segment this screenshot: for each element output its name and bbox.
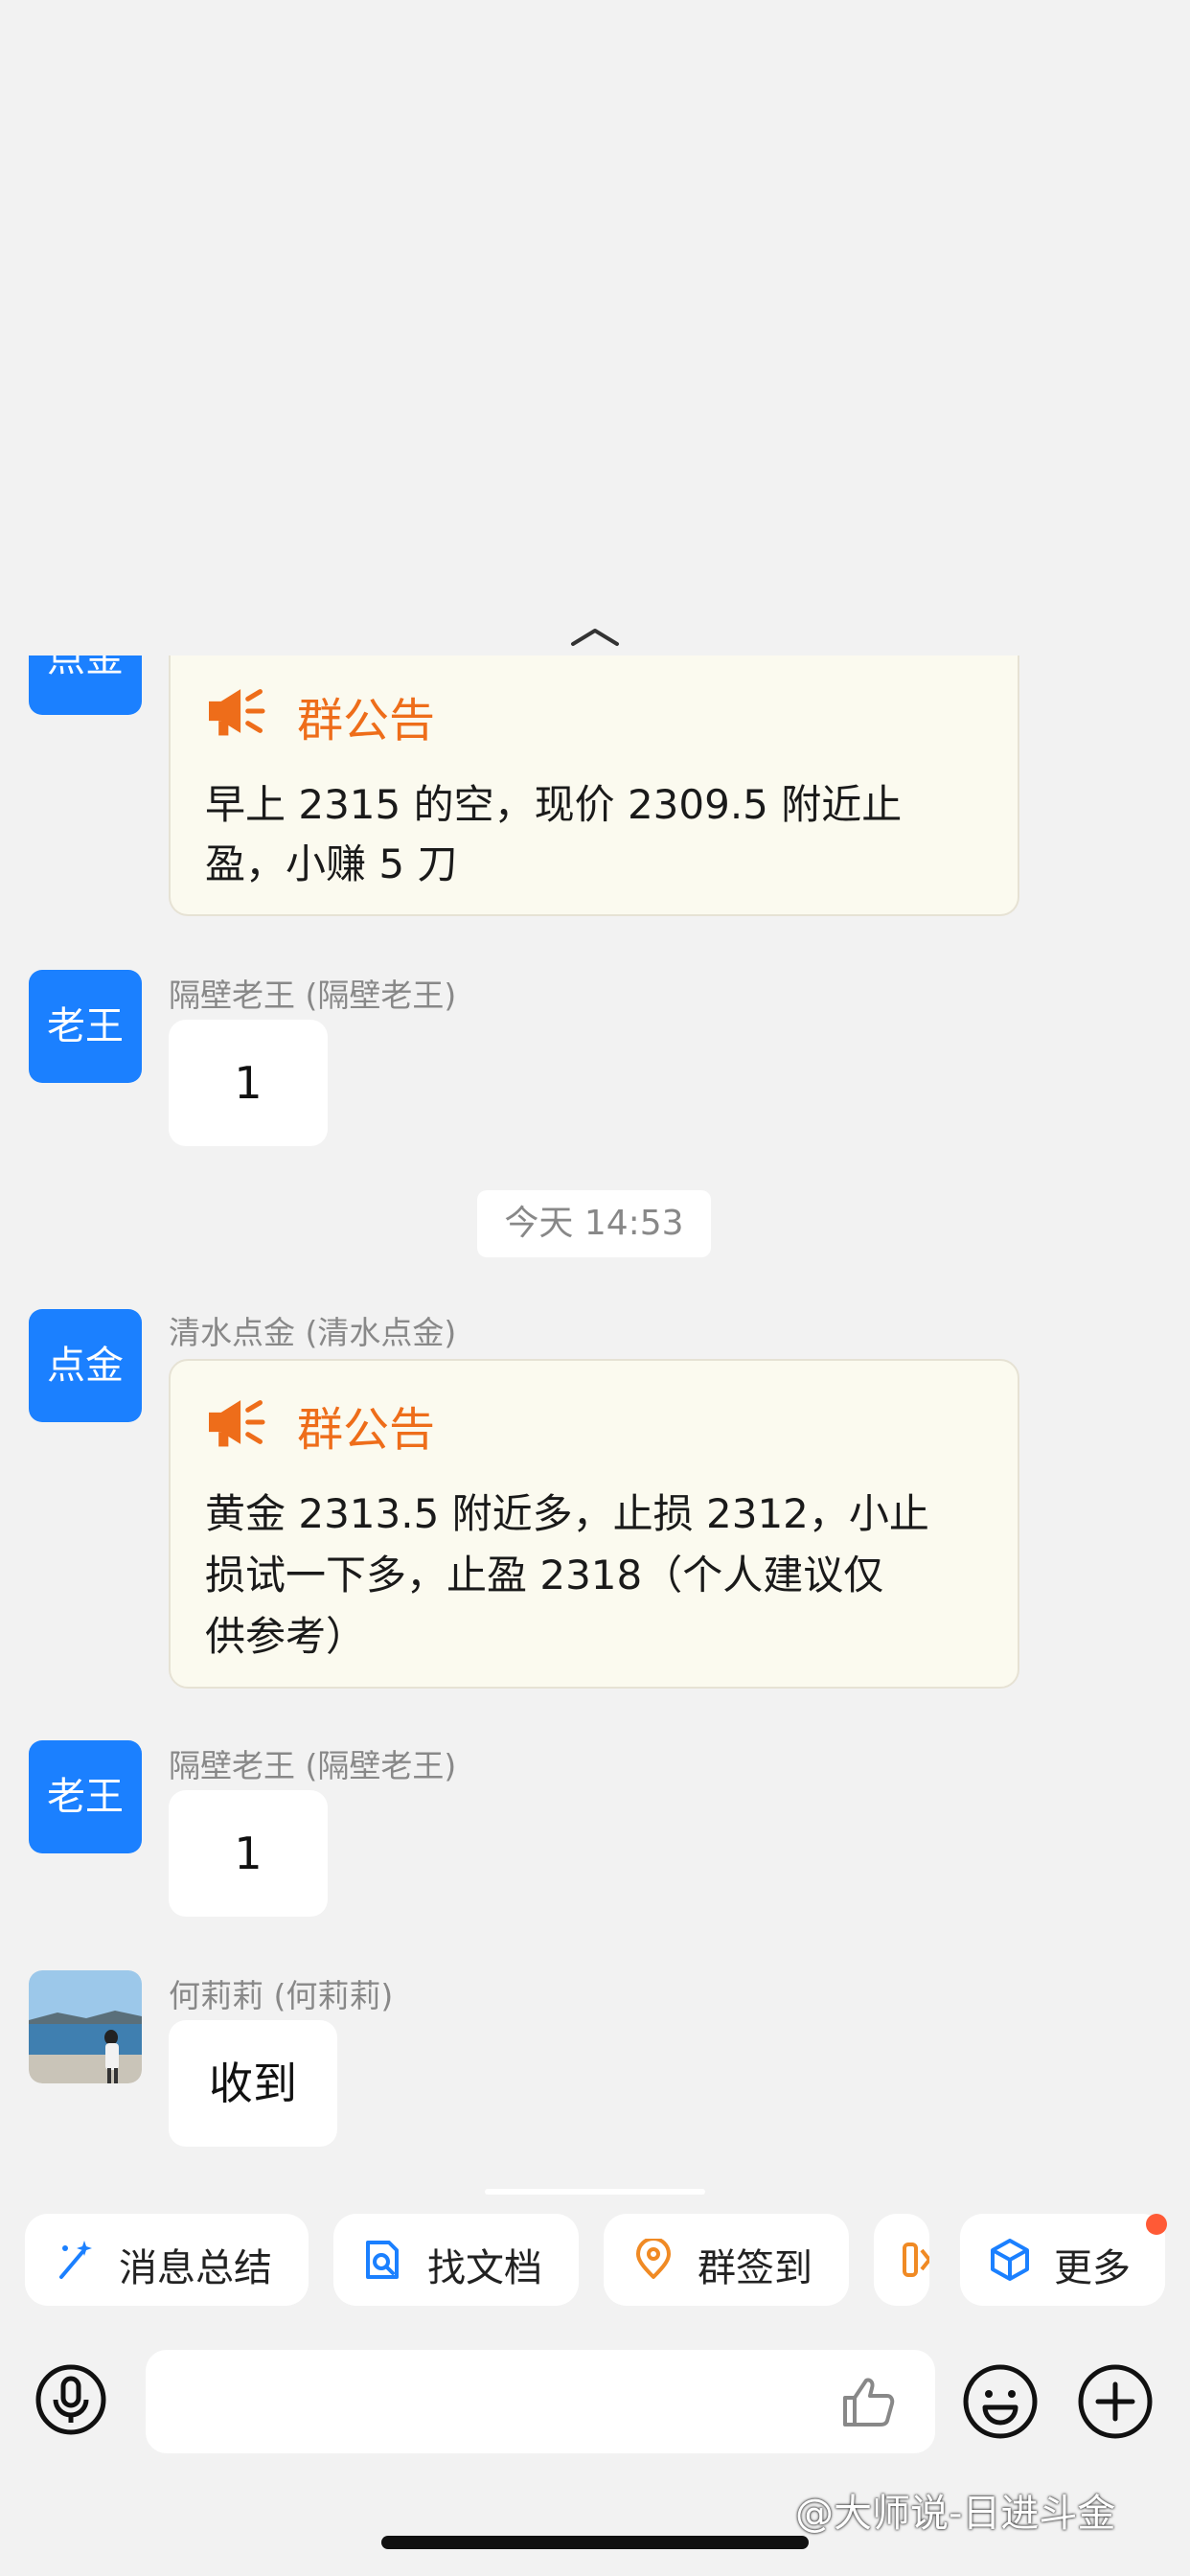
announcement-title: 群公告 (297, 1403, 436, 1457)
message-text: 收到 (209, 2058, 297, 2109)
moon-icon (219, 45, 247, 77)
more-actions-label: 更多 (1054, 2246, 1131, 2290)
message-text: 1 (234, 1828, 263, 1879)
more-options-icon[interactable] (1054, 180, 1123, 199)
sender-name: 何莉莉 (何莉莉) (169, 1977, 394, 2014)
more-actions-button[interactable]: 更多 (960, 2214, 1165, 2306)
tag-all-members: 全员 (832, 147, 912, 193)
next-announcement-card-edge[interactable] (1157, 278, 1190, 611)
announcement-line: 盈，小赚 5 刀 (205, 840, 458, 887)
thumbs-up-icon[interactable] (839, 2375, 897, 2428)
sender-avatar[interactable]: 点金 (29, 1309, 142, 1422)
announcement-line: 早上 2315 的空，现价 2309.5 附近止 (205, 781, 903, 828)
announcement-line: 黄金 2313.5 附近多，止损 2312，小止 (205, 1490, 929, 1537)
partial-icon (903, 2242, 929, 2277)
pinned-announcement-body: 短线多单到达止盈位 (86, 396, 431, 440)
megaphone-icon (88, 314, 132, 351)
summary-button[interactable]: 消息总结 (25, 2214, 309, 2306)
voice-input-icon[interactable] (34, 2363, 107, 2436)
announcement-line: 损试一下多，止盈 2318（个人建议仅 (205, 1552, 884, 1598)
megaphone-icon (209, 1400, 265, 1447)
pinned-announcement-title: 群公告 (147, 316, 262, 360)
sender-avatar[interactable]: 老王 (29, 970, 142, 1083)
user-photo-avatar[interactable] (29, 1970, 142, 2083)
megaphone-icon (209, 689, 265, 736)
group-title[interactable]: 点金策略 VIP 内部... (289, 139, 736, 206)
announcement-author: 清水点金 (147, 557, 286, 596)
message-input[interactable] (146, 2350, 935, 2453)
cube-icon (991, 2239, 1029, 2281)
battery-indicator: 75 (1054, 40, 1119, 80)
sender-name: 隔壁老王 (隔壁老王) (169, 1747, 457, 1784)
emoji-icon[interactable] (962, 2363, 1039, 2440)
announcement-line: 供参考） (205, 1613, 367, 1660)
tag-internal: 内部 (744, 147, 824, 193)
battery-tip (1121, 52, 1127, 69)
doc-search-icon (366, 2241, 399, 2279)
time-separator: 今天 14:53 (477, 1190, 711, 1257)
message-text: 1 (234, 1057, 263, 1109)
sender-name: 清水点金 (清水点金) (169, 1314, 457, 1351)
unread-count-badge[interactable]: 9 (105, 158, 163, 216)
find-docs-button[interactable]: 找文档 (333, 2214, 579, 2306)
status-time: 16:42 (77, 36, 222, 88)
chevron-up-icon[interactable] (569, 627, 621, 648)
location-pin-icon (636, 2239, 671, 2279)
group-subtitle: 归属于 点金策略 VIP 内部体验群 (387, 210, 791, 242)
check-in-label: 群签到 (698, 2246, 812, 2290)
plus-icon[interactable] (1077, 2363, 1154, 2440)
partial-action-button[interactable] (874, 2214, 929, 2306)
watermark: @大师说-日进斗金 (795, 2492, 1116, 2536)
announcement-author-avatar: 点金 (86, 544, 132, 590)
message-bubble[interactable]: 1 (169, 1790, 328, 1917)
sender-avatar[interactable]: 老王 (29, 1740, 142, 1853)
message-bubble[interactable]: 收到 (169, 2020, 337, 2147)
summary-label: 消息总结 (119, 2246, 272, 2290)
notification-dot (1146, 2214, 1167, 2235)
scroll-indicator (485, 2189, 705, 2195)
back-icon[interactable] (56, 158, 94, 219)
signal-icon (910, 46, 966, 80)
home-indicator (381, 2536, 809, 2549)
sender-name: 隔壁老王 (隔壁老王) (169, 977, 457, 1014)
phone-video-call-icon[interactable] (937, 155, 1014, 220)
magic-wand-icon (59, 2241, 92, 2279)
announcement-title: 群公告 (297, 694, 436, 748)
message-bubble[interactable]: 1 (169, 1020, 328, 1146)
find-docs-label: 找文档 (427, 2246, 542, 2290)
close-icon[interactable] (1058, 305, 1104, 351)
network-label: 4G (983, 42, 1039, 84)
check-in-button[interactable]: 群签到 (604, 2214, 849, 2306)
